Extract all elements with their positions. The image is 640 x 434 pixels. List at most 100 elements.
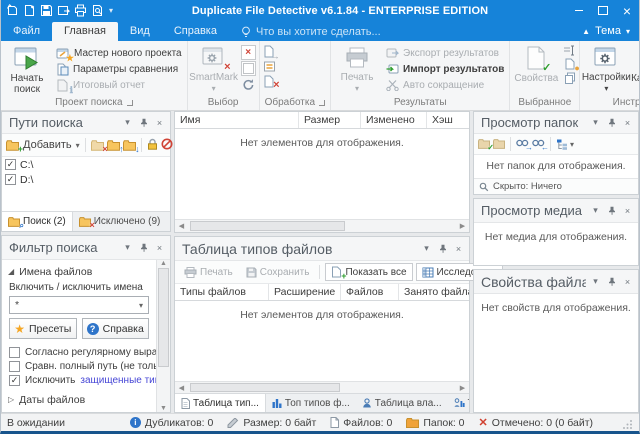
tab-home[interactable]: Главная	[52, 22, 118, 41]
pin-icon[interactable]	[137, 116, 150, 129]
chevron-down-icon[interactable]: ▾	[121, 116, 134, 129]
import-results-button[interactable]: Импорт результатов	[383, 61, 507, 77]
minimize-button[interactable]	[567, 0, 591, 21]
scroll-left-icon[interactable]: ◀	[175, 222, 188, 230]
scroll-thumb[interactable]	[158, 268, 169, 367]
tab-types-table[interactable]: Таблица тип...	[175, 394, 266, 412]
section-file-sizes[interactable]: ▷ Размеры файлов	[2, 408, 156, 412]
chevron-down-icon[interactable]: ▾	[589, 275, 602, 288]
new-project-icon[interactable]	[6, 4, 19, 17]
tab-excluded-paths[interactable]: Исключено (9)	[73, 212, 167, 231]
chevron-down-icon[interactable]: ▾	[420, 242, 433, 255]
hash-calculator-button[interactable]: Калькулятор хеша	[631, 43, 639, 95]
open-project-icon[interactable]	[23, 4, 36, 17]
column-header-size[interactable]: Размер	[299, 112, 361, 128]
pin-icon[interactable]	[605, 116, 618, 129]
pin-icon[interactable]	[137, 241, 150, 254]
scroll-thumb[interactable]	[190, 383, 340, 392]
scroll-left-icon[interactable]: ◀	[175, 384, 188, 392]
smartmark-button[interactable]: SmartMark	[189, 43, 239, 95]
scroll-right-icon[interactable]: ▶	[456, 384, 469, 392]
fullpath-checkbox[interactable]	[9, 361, 20, 372]
theme-dropdown-icon[interactable]: ▾	[626, 27, 630, 36]
move-up-folder-button[interactable]	[107, 140, 120, 151]
column-header-extension[interactable]: Расширение	[269, 284, 341, 300]
open-selected-button[interactable]: ●	[564, 58, 576, 70]
rename-selected-button[interactable]	[563, 45, 576, 56]
close-icon[interactable]: ×	[153, 241, 166, 254]
column-header-name[interactable]: Имя	[175, 112, 299, 128]
new-project-wizard-button[interactable]: ★ Мастер нового проекта	[53, 45, 185, 61]
save-table-button[interactable]: Сохранить	[241, 263, 315, 281]
column-header-hash[interactable]: Хэш	[427, 112, 469, 128]
hidden-filter-bar[interactable]: Скрыто: Ничего	[474, 178, 638, 194]
exclude-protected-checkbox-row[interactable]: Исключить защищенные типы фа	[2, 373, 156, 387]
resize-grip[interactable]	[623, 419, 633, 429]
maximize-button[interactable]	[591, 0, 615, 21]
print-table-button[interactable]: Печать	[179, 263, 238, 281]
collapse-ribbon-icon[interactable]: ▲	[582, 27, 590, 36]
close-icon[interactable]: ×	[621, 116, 634, 129]
export-results-button[interactable]: Экспорт результатов	[383, 45, 507, 61]
filter-vertical-scrollbar[interactable]: ▲ ▼	[156, 260, 170, 412]
name-pattern-combobox[interactable]: * ▾	[9, 296, 149, 314]
chevron-down-icon[interactable]: ▾	[121, 241, 134, 254]
chevron-down-icon[interactable]: ▾	[589, 204, 602, 217]
close-button[interactable]	[615, 0, 639, 21]
send-window-icon[interactable]	[57, 4, 70, 17]
tab-view[interactable]: Вид	[118, 22, 162, 41]
section-file-names[interactable]: ◢ Имена файлов	[2, 263, 156, 280]
print-icon[interactable]	[74, 4, 87, 17]
chevron-down-icon[interactable]: ▾	[589, 116, 602, 129]
start-search-button[interactable]: Начать поиск	[2, 43, 52, 95]
summary-report-button[interactable]: ℹ Итоговый отчет	[53, 77, 185, 93]
show-all-button[interactable]: Показать все	[325, 263, 412, 281]
path-row[interactable]: C:\	[2, 157, 170, 172]
print-results-button[interactable]: Печать	[332, 43, 382, 95]
column-header-files[interactable]: Файлов	[341, 284, 399, 300]
help-button[interactable]: Справка	[82, 318, 150, 339]
auto-trim-button[interactable]: Авто сокращение	[383, 77, 507, 93]
dialog-launcher-icon[interactable]	[319, 100, 325, 106]
move-down-folder-button[interactable]	[123, 140, 136, 151]
print-preview-icon[interactable]	[91, 4, 104, 17]
scroll-up-icon[interactable]: ▲	[160, 260, 167, 267]
scroll-right-icon[interactable]: ▶	[456, 222, 469, 230]
pin-icon[interactable]	[436, 242, 449, 255]
tab-file[interactable]: Файл	[1, 22, 52, 41]
pin-icon[interactable]	[605, 204, 618, 217]
lock-button[interactable]	[147, 138, 158, 153]
tab-owners-table[interactable]: Таблица вла...	[356, 394, 448, 412]
add-path-button[interactable]: Добавить ▾	[6, 139, 80, 151]
path-row[interactable]: D:\	[2, 172, 170, 187]
section-file-dates[interactable]: ▷ Даты файлов	[2, 391, 156, 408]
move-files-button[interactable]	[263, 45, 276, 58]
tell-me-box[interactable]: Что вы хотите сделать...	[241, 26, 381, 41]
empty-check-button[interactable]	[241, 61, 256, 76]
replace-files-button[interactable]	[263, 60, 276, 73]
refresh-button[interactable]	[242, 77, 255, 92]
copy-selected-button[interactable]	[564, 72, 576, 84]
presets-button[interactable]: ★ Пресеты	[9, 318, 77, 339]
remove-folder-button[interactable]	[91, 140, 104, 151]
tab-top-types[interactable]: Топ типов ф...	[266, 394, 356, 412]
scroll-thumb[interactable]	[190, 221, 345, 231]
compare-options-button[interactable]: Параметры сравнения	[53, 61, 185, 77]
tab-top-owners[interactable]: Топ владель...	[448, 394, 469, 412]
column-header-occupied[interactable]: Занято файла	[399, 284, 469, 300]
path-checkbox[interactable]	[5, 174, 16, 185]
combo-dropdown-icon[interactable]: ▾	[139, 301, 143, 310]
fullpath-checkbox-row[interactable]: Сравн. полный путь (не только и	[2, 359, 156, 373]
delete-files-button[interactable]	[263, 75, 276, 88]
properties-button[interactable]: Свойства	[511, 43, 561, 95]
pin-icon[interactable]	[605, 275, 618, 288]
folder-plain-button[interactable]	[493, 139, 505, 149]
tree-view-button[interactable]: ▾	[556, 139, 574, 150]
dialog-launcher-icon[interactable]	[127, 100, 133, 106]
close-icon[interactable]: ×	[621, 204, 634, 217]
scroll-down-icon[interactable]: ▼	[160, 405, 167, 412]
close-icon[interactable]: ×	[452, 242, 465, 255]
unmark-all-button[interactable]: ×	[241, 45, 256, 60]
tab-help[interactable]: Справка	[162, 22, 229, 41]
find-next-button[interactable]: →	[516, 139, 529, 149]
